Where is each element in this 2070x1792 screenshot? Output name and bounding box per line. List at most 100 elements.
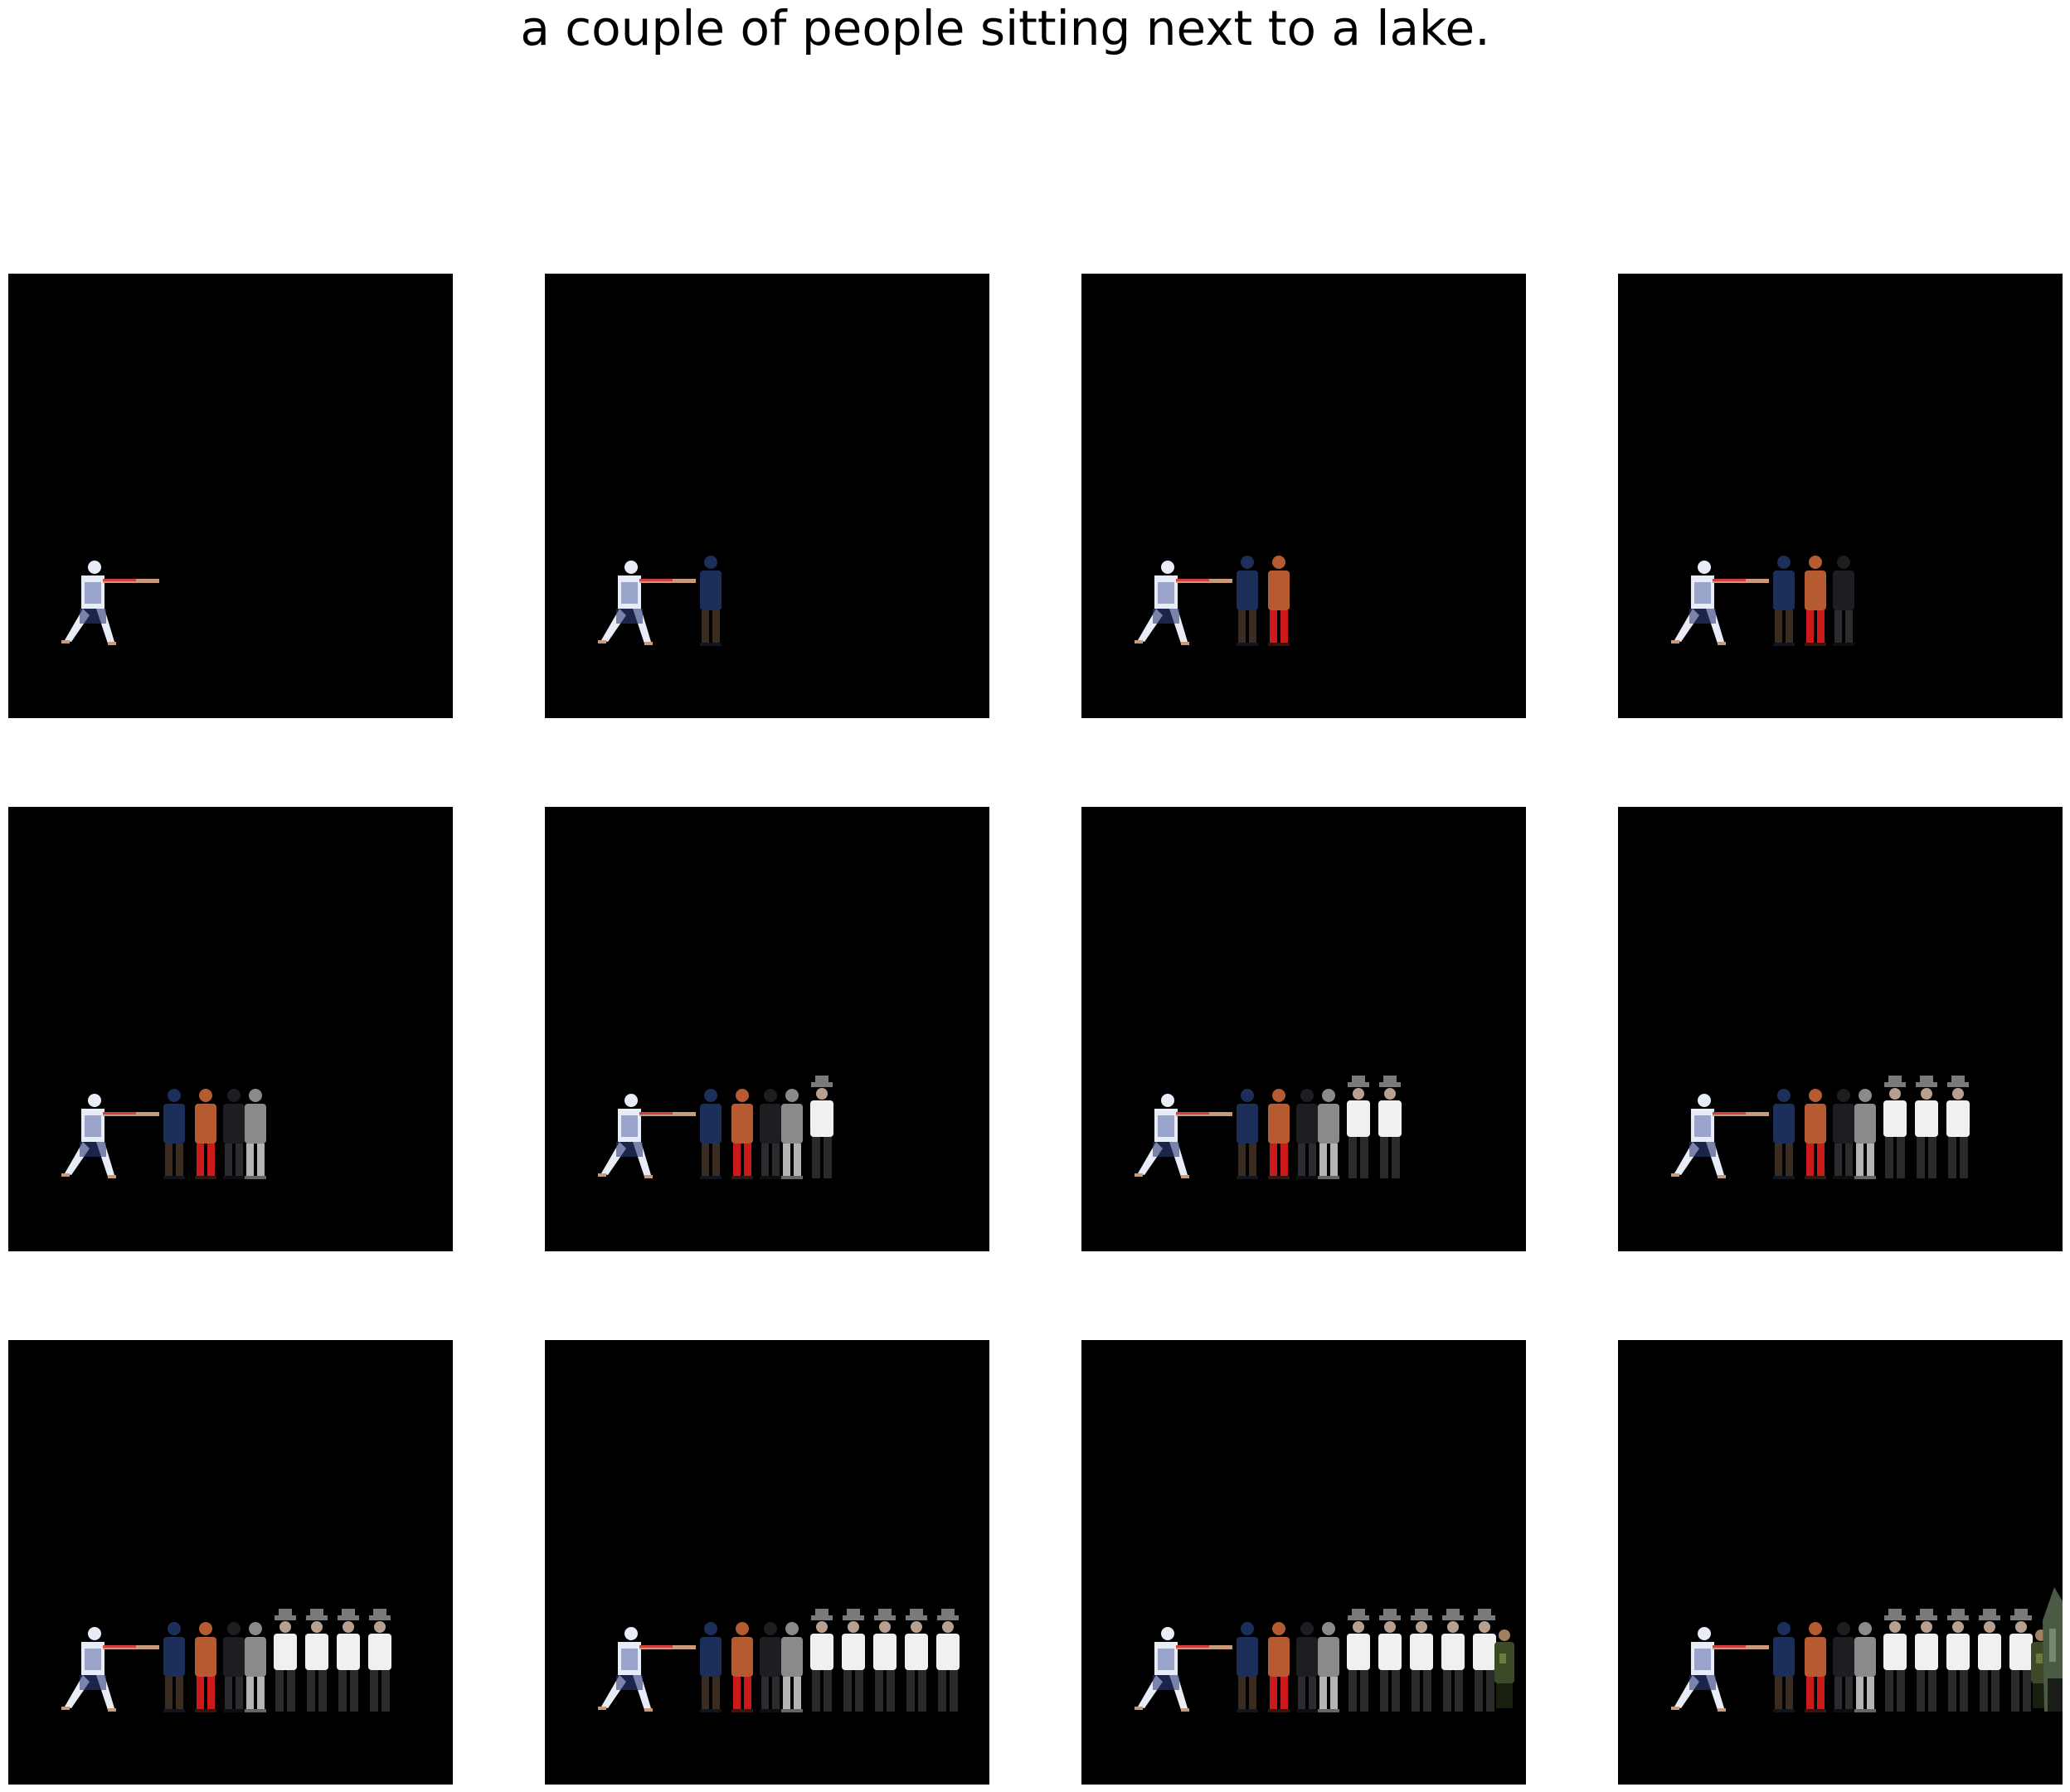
frame-image — [1671, 1076, 1970, 1179]
person-figure — [1268, 1622, 1290, 1712]
person-figure — [700, 1089, 722, 1179]
frame-image — [1135, 1076, 1402, 1179]
person-figure — [842, 1609, 865, 1712]
person-figure — [810, 1609, 833, 1712]
person-figure — [1135, 1627, 1232, 1712]
person-figure — [1494, 1629, 1514, 1708]
frame-panel — [1081, 807, 1526, 1251]
person-figure — [760, 1089, 781, 1179]
person-figure — [1946, 1609, 1970, 1712]
person-figure — [61, 1627, 159, 1712]
frame-image — [1135, 1609, 1514, 1712]
person-figure — [245, 1622, 266, 1712]
person-figure — [1296, 1622, 1318, 1712]
frame-panel — [1081, 1340, 1526, 1785]
person-figure — [163, 1622, 185, 1712]
person-figure — [223, 1089, 245, 1179]
person-figure — [1237, 1622, 1258, 1712]
frame-image — [61, 1609, 391, 1712]
person-figure — [1946, 1076, 1970, 1178]
person-figure — [1833, 1622, 1854, 1712]
person-figure — [1441, 1609, 1465, 1712]
person-figure — [1671, 1094, 1769, 1178]
person-figure — [368, 1609, 391, 1712]
frame-panel — [545, 1340, 989, 1785]
person-figure — [1671, 561, 1769, 645]
person-figure — [61, 561, 159, 645]
person-figure — [760, 1622, 781, 1712]
person-figure — [598, 561, 696, 645]
person-figure — [781, 1622, 803, 1712]
person-figure — [1978, 1609, 2001, 1712]
person-figure — [1805, 556, 1826, 646]
person-figure — [223, 1622, 245, 1712]
person-figure — [1805, 1622, 1826, 1712]
frame-panel — [1081, 274, 1526, 718]
frame-panel — [545, 807, 989, 1251]
frame-panel — [8, 807, 453, 1251]
person-figure — [1318, 1622, 1339, 1712]
frame-image — [598, 556, 722, 646]
person-figure — [1347, 1609, 1370, 1712]
person-figure — [1773, 556, 1795, 646]
person-figure — [810, 1076, 833, 1178]
frame-image — [598, 1609, 960, 1712]
frame-image — [1671, 556, 1854, 646]
frame-image — [1671, 1587, 2063, 1712]
person-figure — [1854, 1622, 1876, 1712]
person-figure — [337, 1609, 360, 1712]
person-figure — [1410, 1609, 1433, 1712]
person-figure — [731, 1622, 753, 1712]
person-figure — [731, 1089, 753, 1179]
frame-panel — [8, 274, 453, 718]
person-figure — [1135, 1094, 1232, 1178]
person-figure — [1833, 1089, 1854, 1179]
person-figure — [905, 1609, 928, 1712]
person-figure — [1773, 1089, 1795, 1179]
frame-panel — [1618, 807, 2063, 1251]
person-figure — [1135, 561, 1232, 645]
frame-image — [598, 1076, 833, 1179]
person-figure — [1473, 1609, 1496, 1712]
person-figure — [2043, 1587, 2063, 1712]
person-figure — [1805, 1089, 1826, 1179]
person-figure — [2009, 1609, 2033, 1712]
frame-panel — [545, 274, 989, 718]
person-figure — [274, 1609, 297, 1712]
person-figure — [1296, 1089, 1318, 1179]
person-figure — [1268, 1089, 1290, 1179]
person-figure — [61, 1094, 159, 1178]
person-figure — [700, 1622, 722, 1712]
person-figure — [1854, 1089, 1876, 1179]
person-figure — [305, 1609, 328, 1712]
person-figure — [1347, 1076, 1370, 1178]
person-figure — [1883, 1609, 1907, 1712]
frame-image — [61, 561, 159, 645]
person-figure — [1833, 556, 1854, 646]
person-figure — [1268, 556, 1290, 646]
person-figure — [195, 1089, 216, 1179]
frame-image — [61, 1089, 266, 1179]
frame-panel — [8, 1340, 453, 1785]
frame-panel — [1618, 274, 2063, 718]
person-figure — [1378, 1609, 1402, 1712]
person-figure — [1237, 556, 1258, 646]
person-figure — [1915, 1076, 1938, 1178]
person-figure — [1378, 1076, 1402, 1178]
figure-caption: a couple of people sitting next to a lak… — [520, 0, 1490, 56]
person-figure — [700, 556, 722, 646]
person-figure — [1318, 1089, 1339, 1179]
person-figure — [936, 1609, 960, 1712]
person-figure — [598, 1094, 696, 1178]
person-figure — [598, 1627, 696, 1712]
person-figure — [1773, 1622, 1795, 1712]
person-figure — [195, 1622, 216, 1712]
frame-panel — [1618, 1340, 2063, 1785]
person-figure — [1671, 1627, 1769, 1712]
person-figure — [245, 1089, 266, 1179]
person-figure — [1883, 1076, 1907, 1178]
person-figure — [1237, 1089, 1258, 1179]
person-figure — [1915, 1609, 1938, 1712]
person-figure — [781, 1089, 803, 1179]
person-figure — [873, 1609, 897, 1712]
